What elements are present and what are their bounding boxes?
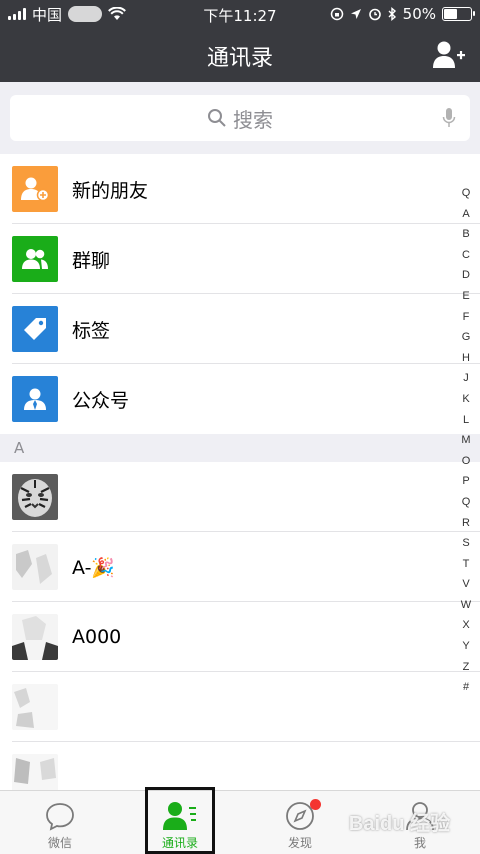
search-placeholder: 搜索 [233,107,273,132]
contact-row[interactable]: A-🎉 [0,532,480,602]
row-label: 公众号 [72,389,130,412]
add-friend-icon[interactable] [432,40,466,70]
index-letter[interactable]: Q [462,492,471,513]
index-letter[interactable]: D [462,265,470,286]
contact-name: A000 [72,626,122,648]
battery-percent: 50% [402,5,436,23]
tab-label: 我 [413,836,426,850]
index-letter[interactable]: J [463,368,469,389]
official-account-icon [12,376,58,422]
microphone-icon[interactable] [442,107,456,129]
index-letter[interactable]: V [462,574,469,595]
row-label: 标签 [72,319,111,342]
highlight-box [145,787,215,854]
nav-bar: 通讯录 [0,28,480,82]
row-new-friends[interactable]: 新的朋友 [0,154,480,224]
index-letter[interactable]: O [462,451,471,472]
index-letter[interactable]: H [462,348,470,369]
index-letter[interactable]: P [462,471,469,492]
bluetooth-icon [388,7,396,21]
index-letter[interactable]: A [462,204,469,225]
contact-list: 新的朋友 群聊 标签 公众号 A A-🎉 A000 [0,154,480,812]
index-letter[interactable]: W [461,595,471,616]
index-letter[interactable]: T [463,554,470,575]
alarm-icon [368,8,381,21]
tag-icon [12,306,58,352]
tab-label: 发现 [287,836,312,850]
row-group-chats[interactable]: 群聊 [0,224,480,294]
contact-row[interactable] [0,462,480,532]
tab-label: 微信 [47,836,72,850]
index-letter[interactable]: B [462,224,469,245]
contact-row[interactable] [0,672,480,742]
rotation-lock-icon [330,7,343,21]
index-letter[interactable]: Y [462,636,469,657]
index-letter[interactable]: S [462,533,469,554]
avatar [12,474,58,520]
index-letter[interactable]: R [462,513,470,534]
tab-bar: 微信 通讯录 发现 我 Baidu 经验 [0,790,480,854]
tab-chats[interactable]: 微信 [0,791,120,854]
me-icon [406,802,434,831]
contact-name: A-🎉 [72,556,116,579]
row-tags[interactable]: 标签 [0,294,480,364]
index-letter[interactable]: F [463,307,470,328]
avatar [12,614,58,660]
status-bar: 中国 下午11:27 50% [0,0,480,28]
index-letter[interactable]: Z [463,657,470,678]
page-title: 通讯录 [206,46,273,71]
index-letter[interactable]: G [462,327,471,348]
tab-discover[interactable]: 发现 [240,791,360,854]
index-letter[interactable]: L [463,410,469,431]
location-icon [350,9,361,19]
battery-icon [442,7,475,21]
tab-me[interactable]: 我 [360,791,480,854]
discover-badge [310,799,321,810]
index-letter[interactable]: E [462,286,469,307]
index-letter[interactable]: C [462,245,470,266]
index-letter[interactable]: # [463,677,469,698]
row-official-accounts[interactable]: 公众号 [0,364,480,434]
contact-row[interactable]: A000 [0,602,480,672]
group-chat-icon [12,236,58,282]
search-area: 搜索 [0,82,480,154]
new-friend-icon [12,166,58,212]
index-letter[interactable]: K [462,389,469,410]
section-header-a: A [0,434,480,462]
index-letter[interactable]: M [461,430,470,451]
index-search[interactable]: Q [462,183,471,204]
index-letter[interactable]: X [462,615,469,636]
row-label: 群聊 [72,249,111,272]
row-label: 新的朋友 [72,179,149,202]
search-input[interactable]: 搜索 [10,95,470,141]
search-icon [208,109,226,127]
avatar [12,544,58,590]
chat-bubble-icon [46,803,74,831]
avatar [12,684,58,730]
alphabet-index[interactable]: Q A B C D E F G H J K L M O P Q R S T V … [458,183,474,698]
